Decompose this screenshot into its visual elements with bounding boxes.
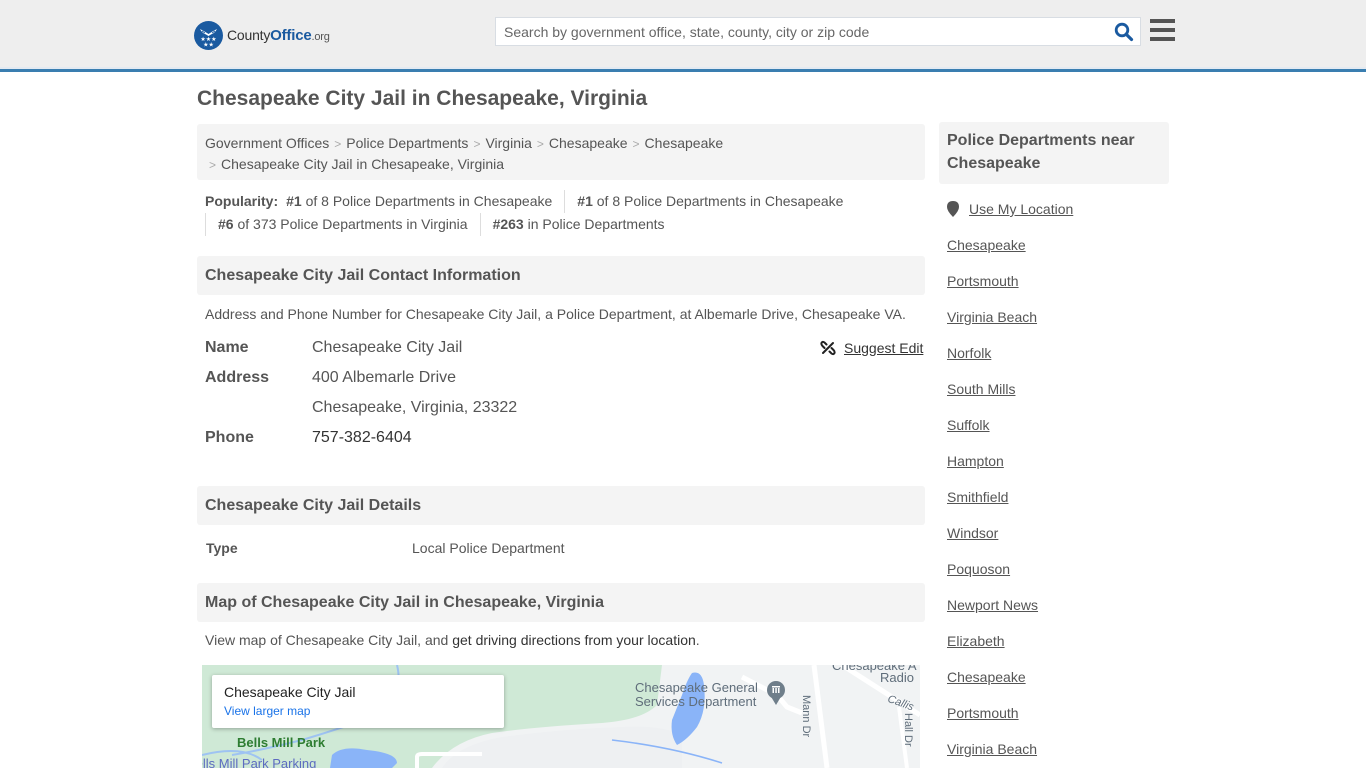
details-heading: Chesapeake City Jail Details — [197, 486, 925, 525]
map-card-title: Chesapeake City Jail — [224, 684, 356, 700]
popularity-item: #1 of 8 Police Departments in Chesapeake — [564, 190, 855, 213]
phone-link[interactable]: 757-382-6404 — [312, 429, 412, 446]
map-label-general-services: Chesapeake General Services Department — [635, 680, 758, 709]
address-line1: 400 Albemarle Drive — [312, 369, 457, 386]
nearby-link-virginia-beach[interactable]: Virginia Beach — [947, 309, 1037, 325]
name-value: Chesapeake City Jail — [312, 339, 463, 356]
nearby-link-suffolk[interactable]: Suffolk — [947, 417, 990, 433]
svg-text:★★: ★★ — [203, 41, 214, 48]
list-item: Newport News — [947, 597, 1038, 633]
list-item: Portsmouth — [947, 705, 1038, 741]
nearby-link-south-mills[interactable]: South Mills — [947, 381, 1015, 397]
nearby-link-chesapeake[interactable]: Chesapeake — [947, 237, 1026, 253]
address-line2: Chesapeake, Virginia, 23322 — [312, 399, 518, 416]
page-title: Chesapeake City Jail in Chesapeake, Virg… — [197, 87, 648, 110]
driving-directions-link[interactable]: get driving directions from your locatio… — [452, 632, 696, 648]
use-my-location-link[interactable]: Use My Location — [947, 201, 1073, 217]
type-value: Local Police Department — [412, 540, 565, 556]
hamburger-menu-icon[interactable] — [1150, 19, 1175, 41]
logo-text: CountyOffice.org — [227, 26, 330, 44]
list-item: Chesapeake — [947, 669, 1038, 705]
map-heading: Map of Chesapeake City Jail in Chesapeak… — [197, 583, 925, 622]
breadcrumb-chesapeake-county[interactable]: Chesapeake — [549, 135, 628, 151]
popularity-label: Popularity: — [205, 193, 279, 209]
nearby-link-norfolk[interactable]: Norfolk — [947, 345, 991, 361]
map-pin-icon — [947, 201, 959, 217]
phone-label: Phone — [205, 429, 254, 446]
eagle-stars-icon: ★★★ ★★ — [194, 20, 223, 50]
popularity-item: #1 of 8 Police Departments in Chesapeake — [286, 193, 553, 209]
view-larger-map-link[interactable]: View larger map — [224, 704, 310, 718]
nearby-police-departments-list: Chesapeake Portsmouth Virginia Beach Nor… — [947, 237, 1038, 777]
list-item: Virginia Beach — [947, 309, 1038, 345]
map-label-hall-dr: Hall Dr — [902, 713, 914, 747]
list-item: Norfolk — [947, 345, 1038, 381]
list-item: Hampton — [947, 453, 1038, 489]
list-item: Smithfield — [947, 489, 1038, 525]
breadcrumb-police-departments[interactable]: Police Departments — [346, 135, 468, 151]
site-header: ★★★ ★★ CountyOffice.org — [0, 0, 1366, 72]
popularity-rankings: Popularity: #1 of 8 Police Departments in… — [197, 190, 925, 236]
contact-info-heading: Chesapeake City Jail Contact Information — [197, 256, 925, 295]
map-label-radio-2: Radio — [880, 670, 914, 685]
breadcrumb-government-offices[interactable]: Government Offices — [205, 135, 329, 151]
list-item: Virginia Beach — [947, 741, 1038, 777]
nearby-link-portsmouth-2[interactable]: Portsmouth — [947, 705, 1019, 721]
map-label-mann-dr: Mann Dr — [800, 695, 812, 738]
popularity-item: #6 of 373 Police Departments in Virginia — [205, 213, 480, 236]
nearby-link-elizabeth[interactable]: Elizabeth — [947, 633, 1005, 649]
search-button[interactable] — [1114, 22, 1134, 42]
map-label-bells-mill-park: Bells Mill Park — [237, 735, 326, 750]
name-label: Name — [205, 339, 249, 356]
nearby-link-windsor[interactable]: Windsor — [947, 525, 998, 541]
suggest-edit-link[interactable]: Suggest Edit — [820, 340, 923, 356]
embedded-map[interactable]: Chesapeake City Jail View larger map Che… — [202, 665, 920, 768]
search-input[interactable] — [496, 18, 1106, 45]
breadcrumb: Government Offices > Police Departments > Vi… — [197, 124, 925, 180]
list-item: South Mills — [947, 381, 1038, 417]
popularity-item: #263 in Police Departments — [479, 213, 677, 236]
nearby-link-hampton[interactable]: Hampton — [947, 453, 1004, 469]
list-item: Poquoson — [947, 561, 1038, 597]
nearby-link-smithfield[interactable]: Smithfield — [947, 489, 1008, 505]
site-logo[interactable]: ★★★ ★★ CountyOffice.org — [194, 20, 330, 50]
nearby-link-poquoson[interactable]: Poquoson — [947, 561, 1010, 577]
nearby-link-portsmouth[interactable]: Portsmouth — [947, 273, 1019, 289]
list-item: Chesapeake — [947, 237, 1038, 273]
nearby-link-virginia-beach-2[interactable]: Virginia Beach — [947, 741, 1037, 757]
search-box — [495, 17, 1141, 46]
list-item: Elizabeth — [947, 633, 1038, 669]
breadcrumb-current: Chesapeake City Jail in Chesapeake, Virg… — [221, 156, 505, 172]
list-item: Portsmouth — [947, 273, 1038, 309]
sidebar-heading: Police Departments near Chesapeake — [939, 122, 1169, 184]
list-item: Windsor — [947, 525, 1038, 561]
type-label: Type — [206, 540, 238, 556]
breadcrumb-separator: > — [334, 137, 342, 151]
breadcrumb-chesapeake-city[interactable]: Chesapeake — [645, 135, 724, 151]
breadcrumb-virginia[interactable]: Virginia — [485, 135, 531, 151]
map-label-bells-mill-parking: Bells Mill Park Parking — [202, 756, 317, 768]
broken-link-icon — [820, 340, 836, 356]
breadcrumb-separator: > — [536, 137, 544, 151]
nearby-link-newport-news[interactable]: Newport News — [947, 597, 1038, 613]
breadcrumb-separator: > — [473, 137, 481, 151]
map-description: View map of Chesapeake City Jail, and ge… — [205, 632, 700, 648]
nearby-link-chesapeake-2[interactable]: Chesapeake — [947, 669, 1026, 685]
list-item: Suffolk — [947, 417, 1038, 453]
address-label: Address — [205, 369, 270, 386]
contact-description: Address and Phone Number for Chesapeake … — [205, 306, 906, 322]
breadcrumb-separator: > — [209, 158, 217, 172]
search-icon — [1114, 22, 1134, 42]
map-info-card: Chesapeake City Jail View larger map — [212, 675, 504, 728]
breadcrumb-separator: > — [632, 137, 640, 151]
